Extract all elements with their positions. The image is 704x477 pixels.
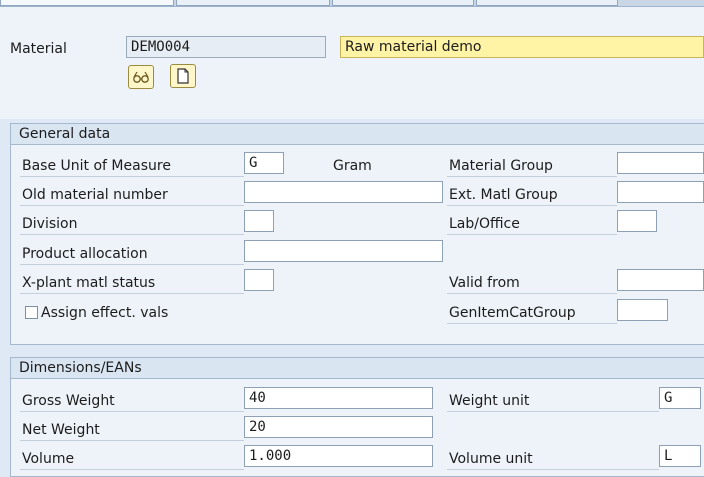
division-label: Division [20,212,244,235]
weight-unit-label: Weight unit [447,389,659,412]
volume-unit-label: Volume unit [447,447,659,470]
material-label: Material [10,41,67,57]
gen-item-cat-group-label: GenItemCatGroup [447,301,617,324]
base-uom-label: Base Unit of Measure [20,154,244,177]
header-area [0,6,704,119]
material-group-field[interactable] [617,152,704,174]
material-description-field[interactable]: Raw material demo [340,36,704,58]
base-uom-field[interactable]: G [244,152,284,174]
lab-office-field[interactable] [617,210,657,232]
weight-unit-field[interactable]: G [659,387,701,409]
glasses-icon[interactable] [128,65,154,89]
volume-field[interactable]: 1.000 [244,445,433,467]
x-plant-status-label: X-plant matl status [20,271,244,294]
ext-matl-group-field[interactable] [617,181,704,203]
old-material-number-field[interactable] [244,181,443,203]
gen-item-cat-group-field[interactable] [617,299,668,321]
product-allocation-label: Product allocation [20,242,244,265]
net-weight-label: Net Weight [20,418,244,441]
material-group-label: Material Group [447,154,617,177]
material-field[interactable]: DEMO004 [126,36,326,58]
net-weight-field[interactable]: 20 [244,416,433,438]
valid-from-label: Valid from [447,271,617,294]
document-icon[interactable] [170,64,196,88]
volume-unit-field[interactable]: L [659,445,701,467]
group-title: Dimensions/EANs [11,358,704,379]
lab-office-label: Lab/Office [447,212,617,235]
valid-from-field[interactable] [617,269,704,291]
assign-effect-vals-checkbox[interactable] [25,306,38,319]
ext-matl-group-label: Ext. Matl Group [447,183,617,206]
gross-weight-field[interactable]: 40 [244,387,433,409]
group-title: General data [11,124,704,145]
x-plant-status-field[interactable] [244,269,274,291]
volume-label: Volume [20,447,244,470]
old-material-number-label: Old material number [20,183,244,206]
assign-effect-vals-label: Assign effect. vals [41,305,169,321]
base-uom-text: Gram [333,158,372,174]
division-field[interactable] [244,210,274,232]
gross-weight-label: Gross Weight [20,389,244,412]
product-allocation-field[interactable] [244,240,443,262]
